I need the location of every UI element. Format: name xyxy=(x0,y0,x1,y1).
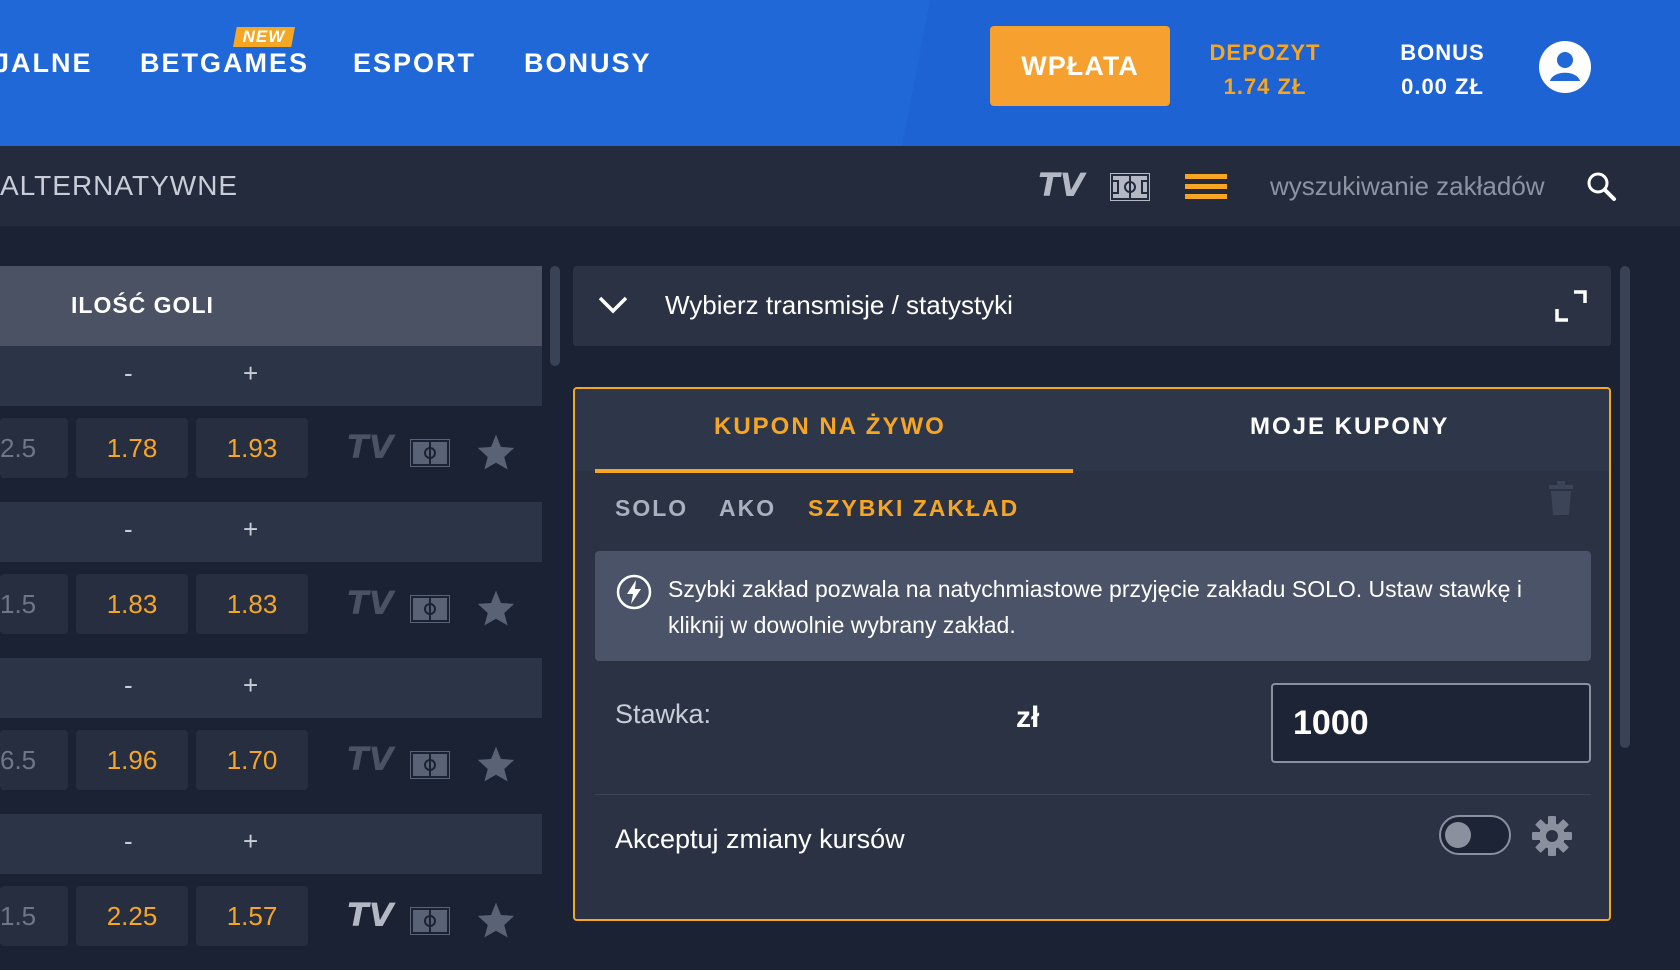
line-minus-button[interactable]: - xyxy=(124,826,133,857)
tab-my-coupons[interactable]: MOJE KUPONY xyxy=(1250,413,1449,441)
quick-bet-info-box: Szybki zakład pozwala na natychmiastowe … xyxy=(595,551,1591,661)
odd-over-button[interactable]: 1.83 xyxy=(196,574,308,634)
stake-label: Stawka: xyxy=(615,699,712,729)
pitch-icon[interactable] xyxy=(409,594,451,624)
favorite-star-icon[interactable] xyxy=(476,745,516,783)
line-minus-button[interactable]: - xyxy=(124,358,133,389)
divider xyxy=(595,794,1591,795)
nav-item-esport[interactable]: ESPORT xyxy=(353,48,476,79)
subtab-quick-bet[interactable]: SZYBKI ZAKŁAD xyxy=(808,495,1019,522)
coupon-scrollbar[interactable] xyxy=(1620,266,1630,748)
pitch-icon[interactable] xyxy=(1109,172,1151,202)
market-scrollbar[interactable] xyxy=(550,266,560,366)
market-panel: ILOŚĆ GOLI - + 2.5 1.78 1.93 TV - + 1.5 … xyxy=(0,266,542,970)
stake-input[interactable] xyxy=(1271,683,1591,763)
bet-slip: KUPON NA ŻYWO MOJE KUPONY SOLO AKO SZYBK… xyxy=(573,387,1611,921)
chevron-down-icon[interactable] xyxy=(597,294,629,316)
stream-selector-label: Wybierz transmisje / statystyki xyxy=(665,290,1013,320)
menu-icon[interactable] xyxy=(1185,172,1227,202)
favorite-star-icon[interactable] xyxy=(476,433,516,471)
favorite-star-icon[interactable] xyxy=(476,589,516,627)
line-adjust-row: - + xyxy=(0,658,542,718)
top-navigation-bar: JALNE BETGAMES NEW ESPORT BONUSY WPŁATA … xyxy=(0,0,1680,146)
tv-icon[interactable]: TV xyxy=(1038,166,1085,204)
search-icon[interactable] xyxy=(1585,170,1617,202)
odd-over-button[interactable]: 1.70 xyxy=(196,730,308,790)
odd-under-button[interactable]: 1.96 xyxy=(76,730,188,790)
market-header-title: ILOŚĆ GOLI xyxy=(71,292,214,318)
line-adjust-row: - + xyxy=(0,346,542,406)
line-value: 1.5 xyxy=(0,886,68,946)
accept-odds-changes-label: Akceptuj zmiany kursów xyxy=(615,824,905,854)
favorite-star-icon[interactable] xyxy=(476,901,516,939)
line-minus-button[interactable]: - xyxy=(124,670,133,701)
search-input[interactable] xyxy=(1270,164,1570,208)
tv-icon[interactable]: TV xyxy=(347,428,394,466)
deposit-balance-value: 1.74 ZŁ xyxy=(1223,74,1307,99)
deposit-balance[interactable]: DEPOZYT 1.74 ZŁ xyxy=(1200,36,1330,104)
section-title: ALTERNATYWNE xyxy=(0,170,239,201)
subtab-solo[interactable]: SOLO xyxy=(615,495,688,522)
odds-row: 6.5 1.96 1.70 TV xyxy=(0,718,542,814)
secondary-toolbar: ALTERNATYWNE TV xyxy=(0,146,1680,226)
user-avatar-icon[interactable] xyxy=(1539,41,1591,93)
gear-icon[interactable] xyxy=(1530,814,1574,858)
lightning-icon xyxy=(616,574,652,610)
line-adjust-row: - + xyxy=(0,814,542,874)
expand-icon[interactable] xyxy=(1554,289,1588,323)
accept-odds-changes-toggle[interactable] xyxy=(1439,815,1511,855)
nav-item-betgames[interactable]: BETGAMES xyxy=(140,48,309,79)
pitch-icon[interactable] xyxy=(409,750,451,780)
stream-selector[interactable]: Wybierz transmisje / statystyki xyxy=(573,266,1611,346)
line-value: 6.5 xyxy=(0,730,68,790)
toggle-knob xyxy=(1445,822,1471,848)
deposit-balance-label: DEPOZYT xyxy=(1209,40,1321,65)
new-badge: NEW xyxy=(233,27,295,47)
odd-under-button[interactable]: 1.78 xyxy=(76,418,188,478)
active-tab-indicator xyxy=(595,469,1073,473)
odds-row: 1.5 1.83 1.83 TV xyxy=(0,562,542,658)
bonus-balance-value: 0.00 ZŁ xyxy=(1401,74,1484,99)
odd-over-button[interactable]: 1.93 xyxy=(196,418,308,478)
odd-over-button[interactable]: 1.57 xyxy=(196,886,308,946)
nav-item-bonusy[interactable]: BONUSY xyxy=(524,48,652,79)
pitch-icon[interactable] xyxy=(409,438,451,468)
stake-currency: zł xyxy=(1016,701,1040,734)
tv-icon[interactable]: TV xyxy=(347,896,394,934)
subtab-ako[interactable]: AKO xyxy=(719,495,776,522)
line-plus-button[interactable]: + xyxy=(243,670,258,701)
deposit-button[interactable]: WPŁATA xyxy=(990,26,1170,106)
bonus-balance-label: BONUS xyxy=(1400,40,1485,65)
line-minus-button[interactable]: - xyxy=(124,514,133,545)
bonus-balance[interactable]: BONUS 0.00 ZŁ xyxy=(1375,36,1510,104)
line-plus-button[interactable]: + xyxy=(243,514,258,545)
odd-under-button[interactable]: 2.25 xyxy=(76,886,188,946)
pitch-icon[interactable] xyxy=(409,906,451,936)
tv-icon[interactable]: TV xyxy=(347,740,394,778)
line-plus-button[interactable]: + xyxy=(243,826,258,857)
tab-live-coupon[interactable]: KUPON NA ŻYWO xyxy=(714,413,946,441)
bet-slip-tabs: KUPON NA ŻYWO MOJE KUPONY xyxy=(575,389,1609,473)
line-adjust-row: - + xyxy=(0,502,542,562)
odds-row: 1.5 2.25 1.57 TV xyxy=(0,874,542,970)
quick-bet-info-text: Szybki zakład pozwala na natychmiastowe … xyxy=(668,576,1522,638)
line-value: 1.5 xyxy=(0,574,68,634)
odd-under-button[interactable]: 1.83 xyxy=(76,574,188,634)
nav-item-live[interactable]: JALNE xyxy=(0,48,93,79)
tv-icon[interactable]: TV xyxy=(347,584,394,622)
line-value: 2.5 xyxy=(0,418,68,478)
trash-icon[interactable] xyxy=(1547,481,1575,517)
odds-row: 2.5 1.78 1.93 TV xyxy=(0,406,542,502)
market-header: ILOŚĆ GOLI xyxy=(0,266,542,346)
line-plus-button[interactable]: + xyxy=(243,358,258,389)
